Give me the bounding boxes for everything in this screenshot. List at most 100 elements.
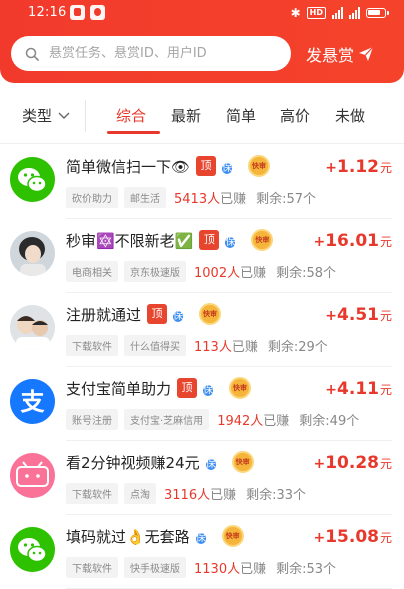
category-tag: 什么值得买 [124, 335, 186, 356]
task-title-row: 秒审🔯不限新老✅ 顶保 快审 [66, 229, 274, 251]
tab-latest[interactable]: 最新 [171, 105, 201, 126]
guarantee-shield-icon: 保 [203, 385, 214, 396]
guarantee-shield-icon: 保 [225, 237, 236, 248]
task-reward: +10.28元 [313, 453, 392, 473]
task-item[interactable]: 秒审🔯不限新老✅ 顶保 快审 +16.01元 电商相关 京东极速版 1002人已赚 … [0, 219, 404, 293]
guarantee-shield-icon: 保 [195, 533, 206, 544]
bluetooth-icon: ✱ [290, 6, 301, 20]
category-tag: 下载软件 [66, 335, 118, 356]
task-reward: +16.01元 [313, 231, 392, 251]
task-title: 秒审🔯不限新老✅ [66, 231, 194, 250]
tab-comprehensive[interactable]: 综合 [116, 105, 146, 126]
task-meta-row: 电商相关 京东极速版 1002人已赚 剩余:58个 [66, 261, 336, 282]
remaining-count: 剩余:29个 [267, 340, 328, 355]
user-avatar [10, 305, 55, 350]
guarantee-shield-icon: 保 [173, 311, 184, 322]
post-bounty-label: 发悬赏 [306, 46, 355, 65]
earned-count: 3116人已赚 [164, 488, 237, 503]
task-item[interactable]: 支 支付宝简单助力 顶保 快审 +4.11元 账号注册 支付宝·芝麻信用 1942人… [0, 367, 404, 441]
task-title-row: 注册就通过 顶保 快审 [66, 303, 222, 325]
fast-review-badge-icon: 快审 [229, 377, 252, 399]
fast-review-badge-icon: 快审 [221, 525, 244, 547]
top-tag: 顶 [196, 156, 217, 176]
send-icon [359, 46, 374, 61]
task-title-row: 支付宝简单助力 顶保 快审 [66, 377, 252, 399]
task-item[interactable]: 看2分钟视频赚24元 保 快审 +10.28元 下载软件 点淘 3116人已赚 剩余… [0, 441, 404, 515]
active-tab-indicator [107, 131, 160, 134]
task-meta-row: 砍价助力 邮生活 5413人已赚 剩余:57个 [66, 187, 316, 208]
tab-high-price[interactable]: 高价 [280, 105, 310, 126]
user-avatar [10, 231, 55, 276]
remaining-count: 剩余:33个 [246, 488, 307, 503]
svg-text:支: 支 [21, 388, 46, 416]
notification-app-icon [90, 5, 105, 20]
type-filter-dropdown[interactable]: 类型 [22, 105, 70, 126]
status-notification-icons [70, 5, 105, 20]
task-title-row: 看2分钟视频赚24元 保 快审 [66, 451, 254, 473]
alipay-logo-icon: 支 [10, 379, 55, 424]
top-tag: 顶 [199, 230, 220, 250]
divider [0, 143, 404, 144]
search-bar[interactable] [11, 36, 291, 71]
hd-badge: HD [306, 7, 326, 19]
category-tag: 下载软件 [66, 483, 118, 504]
category-tag: 下载软件 [66, 557, 118, 578]
task-meta-row: 账号注册 支付宝·芝麻信用 1942人已赚 剩余:49个 [66, 409, 359, 430]
battery-icon [366, 8, 389, 18]
task-title: 注册就通过 [66, 305, 142, 324]
signal-icon [349, 7, 360, 19]
post-bounty-button[interactable]: 发悬赏 [306, 40, 374, 68]
tab-not-done[interactable]: 未做 [335, 105, 365, 126]
earned-count: 1002人已赚 [194, 266, 267, 281]
filter-bar: 类型 综合 最新 简单 高价 未做 [0, 100, 404, 136]
tab-simple[interactable]: 简单 [226, 105, 256, 126]
remaining-count: 剩余:58个 [276, 266, 337, 281]
app-header: 12:16 ✱ HD 发悬赏 [0, 0, 404, 83]
status-bar: 12:16 ✱ HD [0, 0, 404, 28]
wechat-logo-icon [10, 527, 55, 572]
top-tag: 顶 [147, 304, 168, 324]
task-reward: +1.12元 [325, 157, 392, 177]
guarantee-shield-icon: 保 [205, 459, 216, 470]
search-icon [25, 47, 39, 61]
task-item[interactable]: 注册就通过 顶保 快审 +4.51元 下载软件 什么值得买 113人已赚 剩余:29… [0, 293, 404, 367]
guarantee-shield-icon: 保 [222, 163, 233, 174]
remaining-count: 剩余:49个 [299, 414, 360, 429]
top-tag: 顶 [177, 378, 198, 398]
task-meta-row: 下载软件 点淘 3116人已赚 剩余:33个 [66, 483, 306, 504]
reward-amount: 4.11 [337, 379, 379, 399]
category-tag: 电商相关 [66, 261, 118, 282]
earned-count: 113人已赚 [194, 340, 258, 355]
notification-app-icon [70, 5, 85, 20]
reward-amount: 1.12 [337, 157, 379, 177]
task-title-row: 简单微信扫一下👁 顶保 快审 [66, 155, 271, 177]
task-meta-row: 下载软件 什么值得买 113人已赚 剩余:29个 [66, 335, 328, 356]
task-reward: +15.08元 [313, 527, 392, 547]
earned-count: 1130人已赚 [194, 562, 267, 577]
fast-review-badge-icon: 快审 [199, 303, 222, 325]
fast-review-badge-icon: 快审 [251, 229, 274, 251]
category-tag: 账号注册 [66, 409, 118, 430]
search-input[interactable] [49, 46, 269, 61]
task-meta-row: 下载软件 快手极速版 1130人已赚 剩余:53个 [66, 557, 336, 578]
task-reward: +4.51元 [325, 305, 392, 325]
task-title: 看2分钟视频赚24元 [66, 453, 200, 472]
task-item[interactable]: 简单微信扫一下👁 顶保 快审 +1.12元 砍价助力 邮生活 5413人已赚 剩余:… [0, 145, 404, 219]
remaining-count: 剩余:57个 [256, 192, 317, 207]
signal-icon [332, 7, 343, 19]
status-time: 12:16 [28, 5, 67, 20]
earned-count: 5413人已赚 [174, 192, 247, 207]
reward-amount: 16.01 [325, 231, 379, 251]
bilibili-logo-icon [10, 453, 55, 498]
task-reward: +4.11元 [325, 379, 392, 399]
task-title: 填码就过👌无套路 [66, 527, 190, 546]
category-tag: 支付宝·芝麻信用 [124, 409, 210, 430]
wechat-logo-icon [10, 157, 55, 202]
reward-amount: 4.51 [337, 305, 379, 325]
task-title-row: 填码就过👌无套路 保 快审 [66, 525, 244, 547]
fast-review-badge-icon: 快审 [231, 451, 254, 473]
category-tag: 点淘 [124, 483, 156, 504]
task-title: 支付宝简单助力 [66, 379, 172, 398]
task-item[interactable]: 填码就过👌无套路 保 快审 +15.08元 下载软件 快手极速版 1130人已赚 剩… [0, 515, 404, 589]
remaining-count: 剩余:53个 [276, 562, 337, 577]
